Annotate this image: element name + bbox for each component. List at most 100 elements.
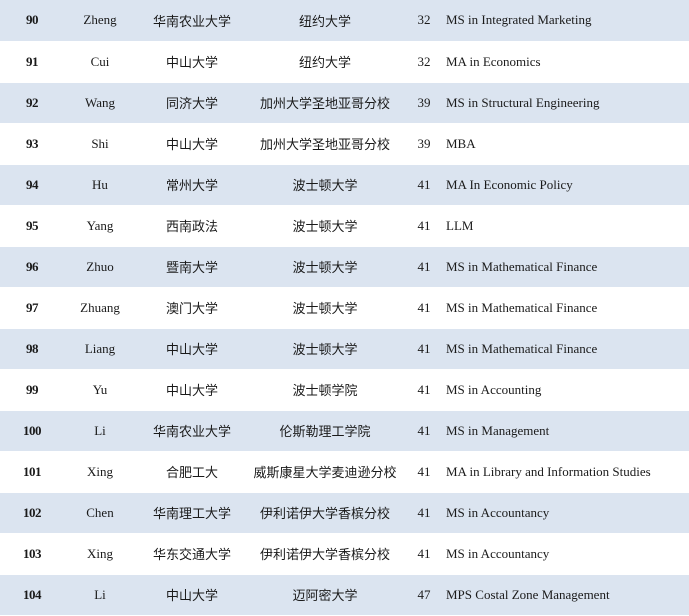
name-cell: Chen xyxy=(64,492,136,534)
undergrad-school-cell: 中山大学 xyxy=(136,369,248,411)
undergrad-school-cell: 华南理工大学 xyxy=(136,492,248,534)
rank-cell: 91 xyxy=(0,41,64,83)
table-row: 99 Yu 中山大学 波士顿学院 41 MS in Accounting xyxy=(0,369,689,411)
name-cell: Cui xyxy=(64,41,136,83)
program-cell: MS in Mathematical Finance xyxy=(446,328,689,370)
ranking-number-cell: 41 xyxy=(402,287,446,329)
rank-cell: 103 xyxy=(0,533,64,575)
name-cell: Zhuo xyxy=(64,246,136,288)
name-cell: Yang xyxy=(64,205,136,247)
rank-cell: 94 xyxy=(0,164,64,206)
ranking-number-cell: 41 xyxy=(402,533,446,575)
undergrad-school-cell: 中山大学 xyxy=(136,574,248,616)
program-cell: MA in Library and Information Studies xyxy=(446,451,689,493)
name-cell: Liang xyxy=(64,328,136,370)
table-row: 92 Wang 同济大学 加州大学圣地亚哥分校 39 MS in Structu… xyxy=(0,82,689,124)
table-row: 91 Cui 中山大学 纽约大学 32 MA in Economics xyxy=(0,41,689,83)
rank-cell: 101 xyxy=(0,451,64,493)
rank-cell: 99 xyxy=(0,369,64,411)
program-cell: MS in Accountancy xyxy=(446,492,689,534)
undergrad-school-cell: 同济大学 xyxy=(136,82,248,124)
table-row: 102 Chen 华南理工大学 伊利诺伊大学香槟分校 41 MS in Acco… xyxy=(0,492,689,534)
ranking-number-cell: 41 xyxy=(402,164,446,206)
undergrad-school-cell: 华南农业大学 xyxy=(136,410,248,452)
grad-school-cell: 伊利诺伊大学香槟分校 xyxy=(248,492,402,534)
rank-cell: 104 xyxy=(0,574,64,616)
ranking-number-cell: 32 xyxy=(402,41,446,83)
table-row: 95 Yang 西南政法 波士顿大学 41 LLM xyxy=(0,205,689,247)
ranking-number-cell: 47 xyxy=(402,574,446,616)
name-cell: Xing xyxy=(64,533,136,575)
program-cell: MS in Management xyxy=(446,410,689,452)
rank-cell: 90 xyxy=(0,0,64,42)
name-cell: Xing xyxy=(64,451,136,493)
undergrad-school-cell: 合肥工大 xyxy=(136,451,248,493)
undergrad-school-cell: 华东交通大学 xyxy=(136,533,248,575)
program-cell: MS in Integrated Marketing xyxy=(446,0,689,42)
undergrad-school-cell: 西南政法 xyxy=(136,205,248,247)
undergrad-school-cell: 中山大学 xyxy=(136,123,248,165)
grad-school-cell: 迈阿密大学 xyxy=(248,574,402,616)
grad-school-cell: 加州大学圣地亚哥分校 xyxy=(248,82,402,124)
program-cell: MBA xyxy=(446,123,689,165)
undergrad-school-cell: 澳门大学 xyxy=(136,287,248,329)
program-cell: MPS Costal Zone Management xyxy=(446,574,689,616)
table-row: 90 Zheng 华南农业大学 纽约大学 32 MS in Integrated… xyxy=(0,0,689,42)
undergrad-school-cell: 华南农业大学 xyxy=(136,0,248,42)
ranking-number-cell: 41 xyxy=(402,328,446,370)
name-cell: Shi xyxy=(64,123,136,165)
table-row: 100 Li 华南农业大学 伦斯勒理工学院 41 MS in Managemen… xyxy=(0,410,689,452)
undergrad-school-cell: 中山大学 xyxy=(136,328,248,370)
grad-school-cell: 波士顿大学 xyxy=(248,205,402,247)
undergrad-school-cell: 暨南大学 xyxy=(136,246,248,288)
ranking-number-cell: 32 xyxy=(402,0,446,42)
table-row: 103 Xing 华东交通大学 伊利诺伊大学香槟分校 41 MS in Acco… xyxy=(0,533,689,575)
name-cell: Zhuang xyxy=(64,287,136,329)
ranking-number-cell: 41 xyxy=(402,451,446,493)
rank-cell: 96 xyxy=(0,246,64,288)
ranking-table: 90 Zheng 华南农业大学 纽约大学 32 MS in Integrated… xyxy=(0,0,689,616)
table-row: 104 Li 中山大学 迈阿密大学 47 MPS Costal Zone Man… xyxy=(0,574,689,616)
rank-cell: 93 xyxy=(0,123,64,165)
rank-cell: 98 xyxy=(0,328,64,370)
grad-school-cell: 波士顿大学 xyxy=(248,328,402,370)
name-cell: Li xyxy=(64,410,136,452)
ranking-number-cell: 41 xyxy=(402,205,446,247)
grad-school-cell: 波士顿大学 xyxy=(248,246,402,288)
table-row: 94 Hu 常州大学 波士顿大学 41 MA In Economic Polic… xyxy=(0,164,689,206)
rank-cell: 100 xyxy=(0,410,64,452)
ranking-number-cell: 41 xyxy=(402,410,446,452)
name-cell: Zheng xyxy=(64,0,136,42)
table-row: 96 Zhuo 暨南大学 波士顿大学 41 MS in Mathematical… xyxy=(0,246,689,288)
grad-school-cell: 纽约大学 xyxy=(248,0,402,42)
program-cell: MS in Structural Engineering xyxy=(446,82,689,124)
name-cell: Li xyxy=(64,574,136,616)
grad-school-cell: 伦斯勒理工学院 xyxy=(248,410,402,452)
grad-school-cell: 威斯康星大学麦迪逊分校 xyxy=(248,451,402,493)
grad-school-cell: 伊利诺伊大学香槟分校 xyxy=(248,533,402,575)
table-row: 97 Zhuang 澳门大学 波士顿大学 41 MS in Mathematic… xyxy=(0,287,689,329)
name-cell: Yu xyxy=(64,369,136,411)
name-cell: Wang xyxy=(64,82,136,124)
grad-school-cell: 纽约大学 xyxy=(248,41,402,83)
undergrad-school-cell: 中山大学 xyxy=(136,41,248,83)
rank-cell: 102 xyxy=(0,492,64,534)
table-row: 98 Liang 中山大学 波士顿大学 41 MS in Mathematica… xyxy=(0,328,689,370)
program-cell: MS in Accounting xyxy=(446,369,689,411)
program-cell: MA in Economics xyxy=(446,41,689,83)
table-row: 93 Shi 中山大学 加州大学圣地亚哥分校 39 MBA xyxy=(0,123,689,165)
program-cell: LLM xyxy=(446,205,689,247)
ranking-number-cell: 39 xyxy=(402,123,446,165)
ranking-number-cell: 41 xyxy=(402,246,446,288)
undergrad-school-cell: 常州大学 xyxy=(136,164,248,206)
ranking-number-cell: 41 xyxy=(402,369,446,411)
rank-cell: 95 xyxy=(0,205,64,247)
rank-cell: 92 xyxy=(0,82,64,124)
table-row: 101 Xing 合肥工大 威斯康星大学麦迪逊分校 41 MA in Libra… xyxy=(0,451,689,493)
grad-school-cell: 加州大学圣地亚哥分校 xyxy=(248,123,402,165)
ranking-number-cell: 39 xyxy=(402,82,446,124)
program-cell: MS in Mathematical Finance xyxy=(446,287,689,329)
ranking-number-cell: 41 xyxy=(402,492,446,534)
program-cell: MA In Economic Policy xyxy=(446,164,689,206)
grad-school-cell: 波士顿大学 xyxy=(248,164,402,206)
